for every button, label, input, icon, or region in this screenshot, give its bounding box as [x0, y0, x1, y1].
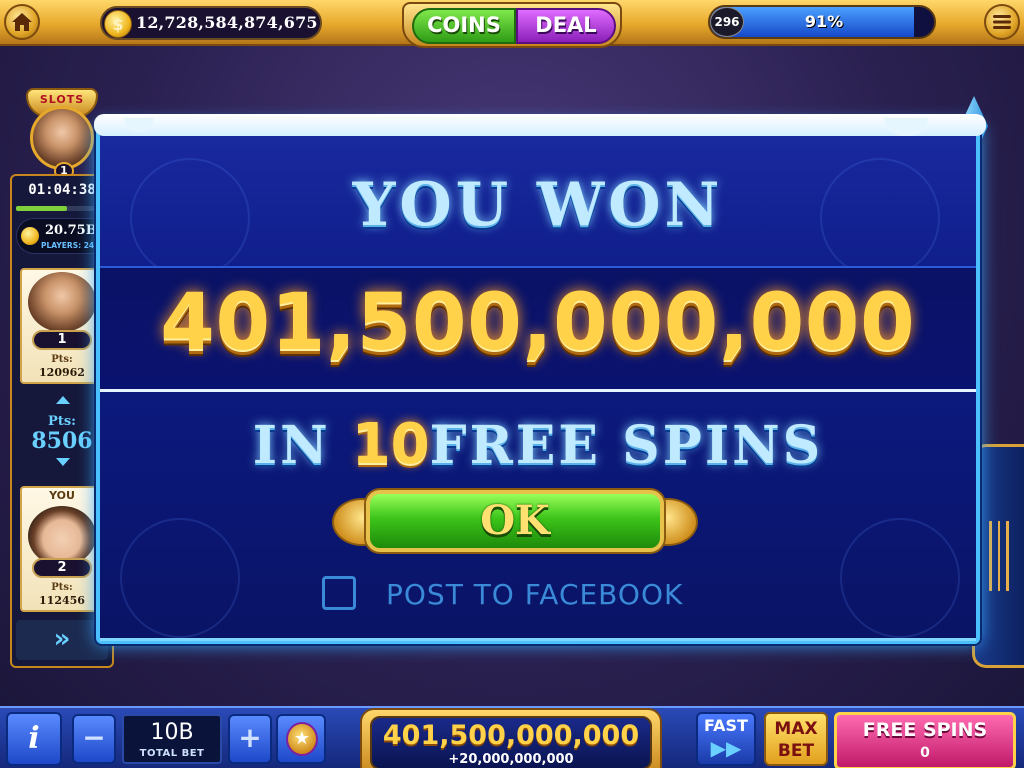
coin-icon: [21, 227, 39, 245]
free-spins-button[interactable]: FREE SPINS 0: [834, 712, 1016, 768]
bet-label: TOTAL BET: [139, 748, 205, 759]
avatar: [28, 272, 96, 332]
menu-button[interactable]: [984, 4, 1020, 40]
timer-progress-fill: [16, 206, 67, 211]
rank-badge: 1: [32, 330, 92, 350]
free-spins-label: FREE SPINS: [862, 719, 988, 741]
win-delta: +20,000,000,000: [448, 752, 574, 767]
arrow-down-icon: [56, 458, 70, 466]
you-card[interactable]: YOU 2 Pts: 112456: [20, 486, 104, 612]
coin-icon: $: [104, 10, 132, 38]
fast-label: FAST: [704, 716, 748, 735]
snow-drip: [884, 118, 928, 136]
double-chevron-right-icon: »: [53, 624, 71, 654]
points-value: 120962: [39, 366, 85, 379]
trophy-label: SLOTS: [39, 93, 85, 106]
points-label: Pts:: [51, 582, 73, 593]
players-count: PLAYERS: 24: [41, 241, 95, 250]
prize-value: 20.75B: [45, 223, 97, 238]
info-button[interactable]: i: [6, 712, 62, 766]
win-title: YOU WON: [352, 170, 724, 240]
points-value: 112456: [39, 594, 85, 607]
achievements-button[interactable]: ★: [276, 714, 326, 764]
max-bet-button[interactable]: MAX BET: [764, 712, 828, 766]
level-progress-bar: 296 91%: [708, 5, 936, 39]
ok-button[interactable]: OK: [332, 488, 698, 556]
home-icon: [12, 13, 32, 31]
free-spins-line: IN 10FREE SPINS: [100, 412, 976, 477]
ok-label: OK: [480, 497, 550, 544]
increase-bet-button[interactable]: +: [228, 714, 272, 764]
snow-drip: [124, 118, 154, 132]
win-total: 401,500,000,000: [382, 720, 640, 751]
leader-avatar: [30, 106, 94, 170]
bet-value: 10B: [150, 720, 194, 745]
medal-icon: ★: [286, 722, 318, 756]
post-to-facebook-checkbox[interactable]: [322, 576, 356, 610]
rank-badge: 2: [32, 558, 92, 578]
prize-pool: 20.75B PLAYERS: 24: [16, 218, 108, 254]
post-to-facebook-label[interactable]: POST TO FACEBOOK: [386, 578, 683, 611]
top-bar: $ 12,728,584,874,675 COINS DEAL 296 91%: [0, 0, 1024, 48]
win-display-inner: 401,500,000,000 +20,000,000,000: [370, 716, 652, 768]
minus-icon: −: [82, 721, 106, 754]
home-button[interactable]: [4, 4, 40, 40]
win-display: 401,500,000,000 +20,000,000,000: [360, 708, 662, 768]
shop-buttons: COINS DEAL: [402, 2, 622, 48]
info-icon: i: [28, 721, 40, 756]
ok-button-body[interactable]: OK: [366, 490, 664, 552]
spins-prefix: IN: [252, 415, 352, 476]
expand-panel-button[interactable]: »: [16, 620, 108, 660]
timer-progress-bar: [16, 206, 108, 211]
balance-value: 12,728,584,874,675: [136, 13, 318, 32]
coin-balance: $ 12,728,584,874,675: [100, 6, 322, 40]
win-dialog: YOU WON 401,500,000,000 IN 10FREE SPINS …: [94, 114, 986, 644]
avatar: [28, 506, 96, 566]
total-bet-display: 10B TOTAL BET: [122, 714, 222, 764]
leader-card[interactable]: 1 Pts: 120962: [20, 268, 104, 384]
you-label: YOU: [49, 489, 75, 502]
menu-icon: [993, 15, 1011, 29]
arrow-up-icon: [56, 396, 70, 404]
coins-button[interactable]: COINS: [412, 8, 516, 44]
snowflake-ornament: [120, 518, 240, 638]
grip-icon: [989, 521, 1009, 591]
fast-spin-button[interactable]: FAST ▶▶: [696, 712, 756, 766]
bottom-control-bar: i − 10B TOTAL BET + ★ 401,500,000,000 +2…: [0, 706, 1024, 768]
spins-count: 10: [351, 412, 430, 477]
dialog-bottom-rule: [100, 638, 976, 641]
plus-icon: +: [238, 721, 262, 754]
snowflake-ornament: [840, 518, 960, 638]
win-amount: 401,500,000,000: [160, 278, 916, 368]
snow-cap-decoration: [94, 114, 986, 136]
fast-forward-icon: ▶▶: [710, 736, 742, 760]
level-percent: 91%: [804, 12, 844, 31]
free-spins-count: 0: [920, 745, 930, 761]
deal-button[interactable]: DEAL: [516, 8, 616, 44]
decrease-bet-button[interactable]: −: [72, 714, 116, 764]
points-label: Pts:: [51, 354, 73, 365]
spins-suffix: FREE SPINS: [429, 415, 824, 476]
